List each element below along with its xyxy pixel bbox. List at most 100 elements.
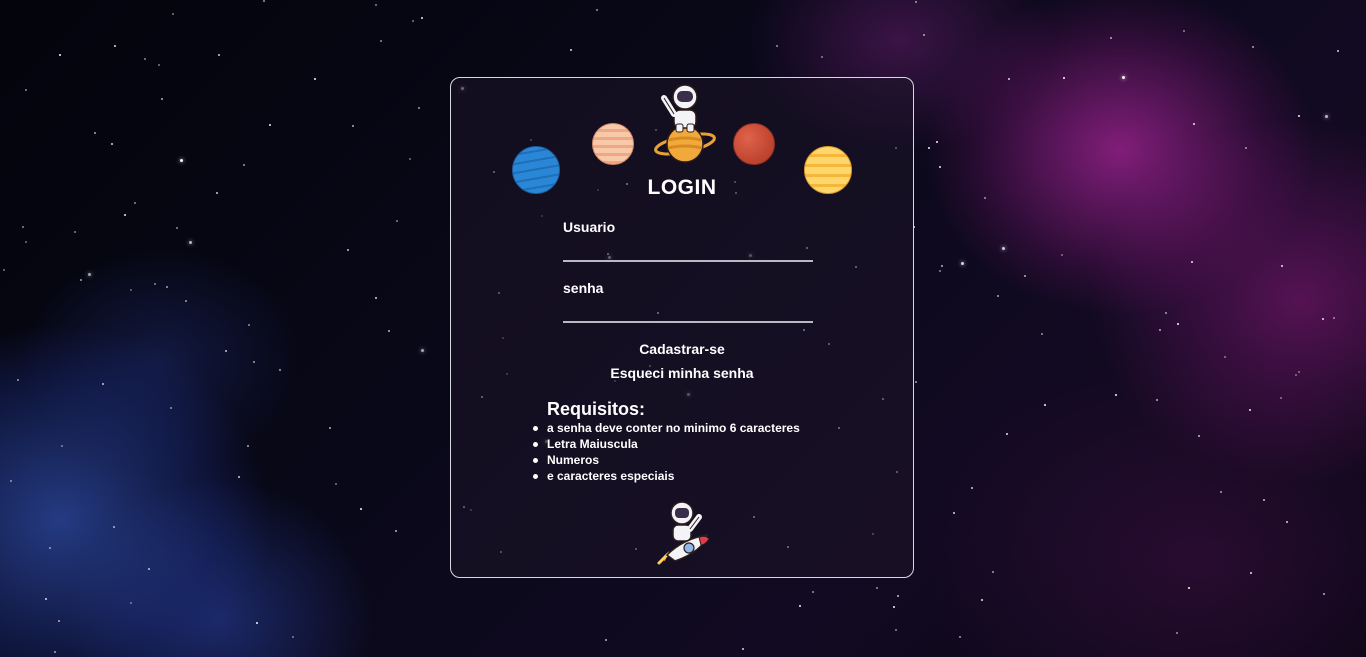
star bbox=[170, 407, 172, 409]
list-item: Letra Maiuscula bbox=[533, 436, 800, 452]
star bbox=[1245, 147, 1247, 149]
star bbox=[959, 636, 961, 638]
red-planet-icon bbox=[733, 123, 775, 165]
login-card: LOGIN Usuario senha Cadastrar-se Esqueci… bbox=[450, 77, 914, 578]
star bbox=[1220, 491, 1222, 493]
star bbox=[247, 445, 249, 447]
star bbox=[409, 158, 411, 160]
star bbox=[605, 639, 607, 641]
star bbox=[3, 269, 5, 271]
star bbox=[314, 78, 316, 80]
star bbox=[161, 98, 163, 100]
star bbox=[1165, 312, 1167, 314]
star bbox=[114, 45, 116, 47]
star bbox=[225, 350, 227, 352]
star bbox=[1006, 433, 1008, 435]
list-item: Numeros bbox=[533, 452, 800, 468]
star bbox=[375, 4, 377, 6]
register-link[interactable]: Cadastrar-se bbox=[451, 341, 913, 357]
star bbox=[1281, 265, 1283, 267]
star bbox=[130, 289, 132, 291]
star bbox=[1298, 371, 1300, 373]
star bbox=[22, 226, 24, 228]
star bbox=[1110, 37, 1112, 39]
star bbox=[1263, 499, 1265, 501]
star bbox=[329, 427, 331, 429]
star bbox=[897, 595, 899, 597]
star bbox=[915, 381, 917, 383]
star bbox=[58, 620, 60, 622]
forgot-password-link[interactable]: Esqueci minha senha bbox=[451, 365, 913, 381]
username-label: Usuario bbox=[563, 219, 616, 235]
star bbox=[1024, 275, 1026, 277]
star bbox=[1323, 593, 1325, 595]
star bbox=[1041, 333, 1043, 335]
star bbox=[418, 107, 420, 109]
star bbox=[1122, 76, 1125, 79]
star bbox=[421, 349, 424, 352]
star bbox=[113, 526, 115, 528]
star bbox=[928, 147, 930, 149]
star bbox=[1325, 115, 1328, 118]
star bbox=[292, 636, 294, 638]
star bbox=[1176, 632, 1178, 634]
star bbox=[1061, 254, 1063, 256]
star bbox=[61, 445, 63, 447]
star bbox=[111, 143, 113, 145]
star bbox=[388, 330, 390, 332]
star bbox=[997, 295, 999, 297]
star bbox=[102, 383, 104, 385]
star bbox=[256, 622, 258, 624]
star bbox=[185, 300, 187, 302]
star bbox=[94, 132, 96, 134]
password-input[interactable] bbox=[563, 299, 813, 323]
star bbox=[799, 605, 801, 607]
star bbox=[248, 324, 250, 326]
star bbox=[1280, 397, 1282, 399]
star bbox=[939, 166, 941, 168]
star bbox=[895, 629, 897, 631]
star bbox=[216, 192, 218, 194]
star bbox=[124, 214, 126, 216]
star bbox=[936, 141, 938, 143]
star bbox=[54, 651, 56, 653]
star bbox=[961, 262, 964, 265]
astronaut-on-rocket-icon bbox=[653, 499, 713, 572]
star bbox=[1156, 399, 1158, 401]
username-input[interactable] bbox=[563, 238, 813, 262]
star bbox=[45, 598, 47, 600]
star bbox=[915, 1, 917, 3]
star bbox=[1193, 123, 1195, 125]
star bbox=[180, 159, 183, 162]
star bbox=[981, 599, 983, 601]
star bbox=[1322, 318, 1324, 320]
star bbox=[360, 508, 362, 510]
list-item: e caracteres especiais bbox=[533, 468, 800, 484]
star bbox=[1191, 261, 1193, 263]
star bbox=[80, 279, 82, 281]
star bbox=[335, 483, 337, 485]
astronaut-on-planet-icon bbox=[652, 80, 718, 169]
star bbox=[1115, 394, 1117, 396]
requirements-list: a senha deve conter no minimo 6 caracter… bbox=[533, 420, 800, 484]
star bbox=[134, 202, 136, 204]
star bbox=[380, 40, 382, 42]
star bbox=[742, 648, 744, 650]
star bbox=[776, 45, 778, 47]
star bbox=[1183, 30, 1185, 32]
star bbox=[158, 64, 160, 66]
star bbox=[953, 512, 955, 514]
password-label: senha bbox=[563, 280, 604, 296]
star bbox=[148, 568, 150, 570]
star bbox=[1008, 78, 1010, 80]
peach-planet-icon bbox=[592, 123, 634, 165]
star bbox=[923, 34, 925, 36]
star bbox=[395, 530, 397, 532]
star bbox=[10, 480, 12, 482]
star bbox=[812, 591, 814, 593]
star bbox=[218, 54, 220, 56]
star bbox=[1298, 115, 1300, 117]
star bbox=[25, 89, 27, 91]
star bbox=[1198, 435, 1200, 437]
star bbox=[269, 124, 271, 126]
